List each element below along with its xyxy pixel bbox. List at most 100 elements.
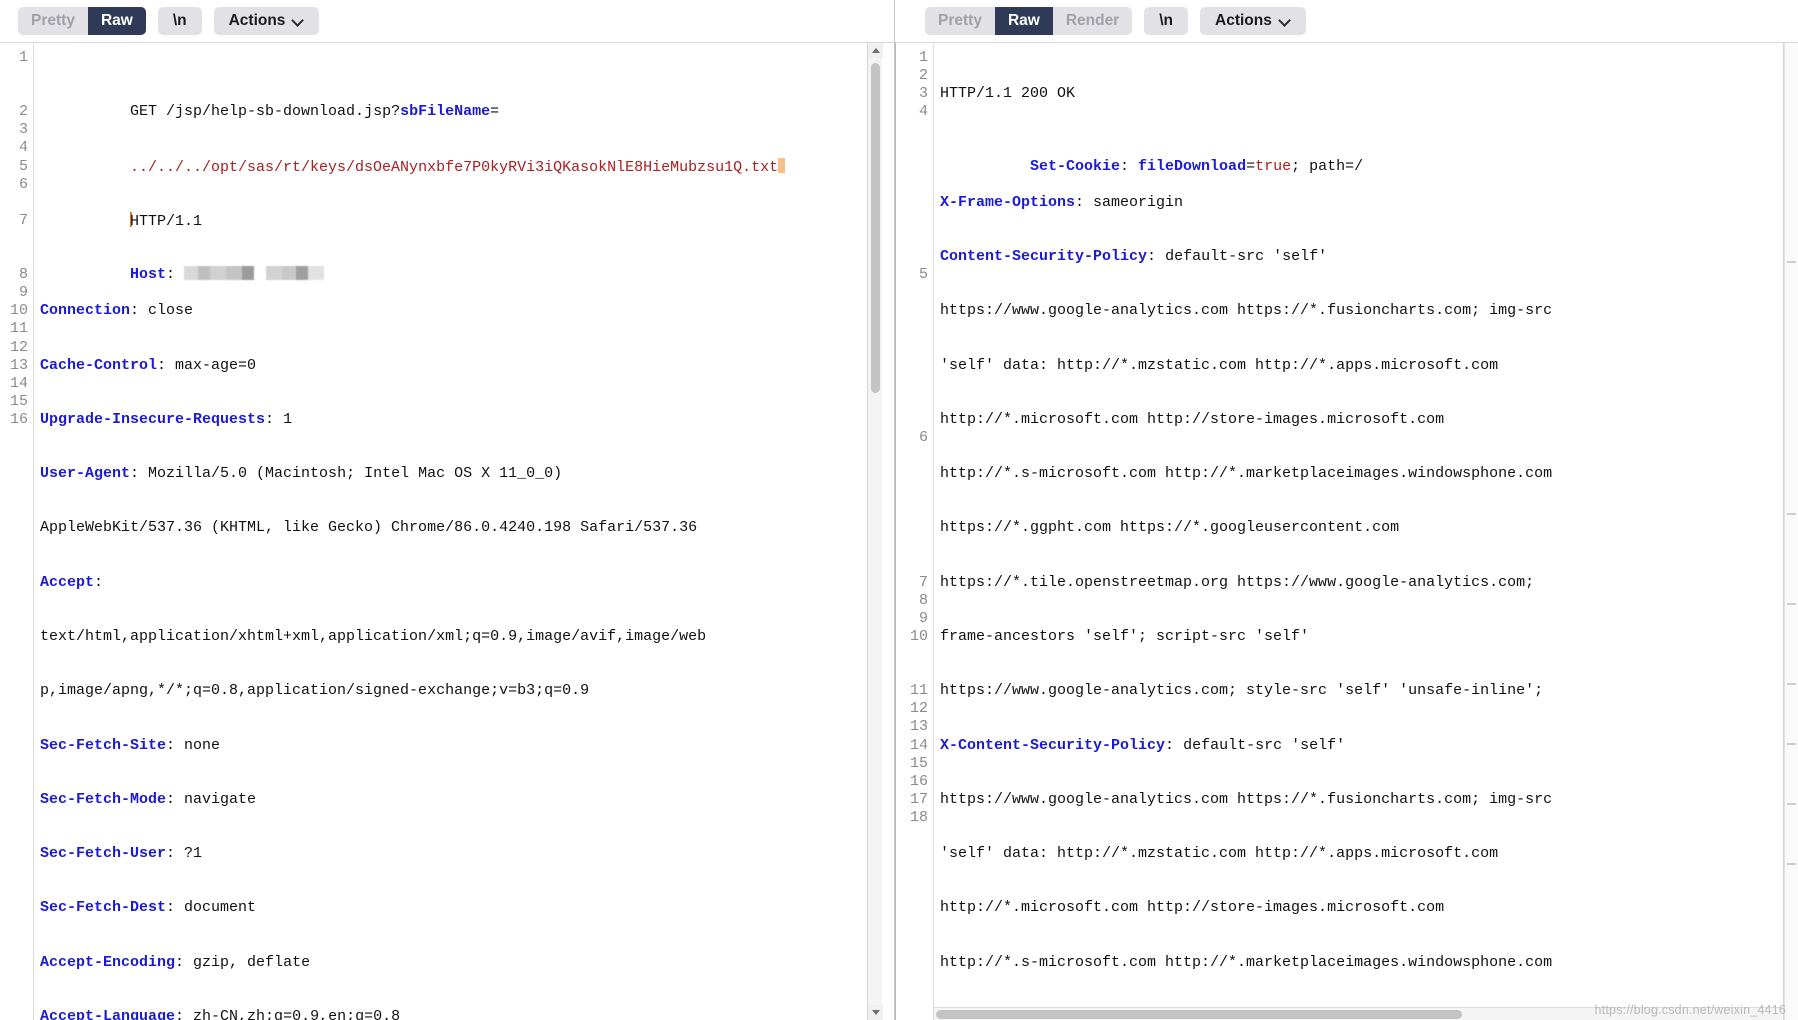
header-line: Accept-Language: zh-CN,zh;q=0.9,en;q=0.8 xyxy=(40,1008,894,1020)
line-number: 1 xyxy=(18,49,28,66)
header-colon: : xyxy=(166,266,185,284)
request-code-area[interactable]: 1 . . 2 3 4 5 6 . 7 . . 8 9 10 11 12 13 … xyxy=(0,42,894,1020)
response-body-text[interactable]: HTTP/1.1 200 OK Set-Cookie: fileDownload… xyxy=(934,43,1798,1020)
header-line: X-Frame-Options: sameorigin xyxy=(940,194,1798,212)
setcookie-key: fileDownload xyxy=(1138,157,1247,175)
actions-menu-response[interactable]: Actions xyxy=(1200,7,1306,35)
request-line-numbers: 1 . . 2 3 4 5 6 . 7 . . 8 9 10 11 12 13 … xyxy=(0,43,34,1020)
line-number: . xyxy=(0,230,28,248)
newline-toggle-response[interactable]: \n xyxy=(1144,7,1188,35)
tab-raw-request[interactable]: Raw xyxy=(87,7,146,35)
header-line: Sec-Fetch-User: ?1 xyxy=(40,845,894,863)
line-number: 16 xyxy=(9,410,28,428)
wrapped-line: 'self' data: http://*.mzstatic.com http:… xyxy=(940,356,1499,374)
response-view-mode-group[interactable]: Pretty Raw Render xyxy=(925,7,1133,35)
tab-pretty-response[interactable]: Pretty xyxy=(925,7,995,35)
actions-label-response: Actions xyxy=(1215,12,1272,29)
line-number: 2 xyxy=(18,103,28,121)
header-name: Sec-Fetch-Dest xyxy=(40,899,167,917)
line-number: 11 xyxy=(909,682,928,700)
response-code-area[interactable]: 1 2 3 4 . . . . . . . . 5 . . . . . . . xyxy=(895,42,1798,1020)
tab-raw-response[interactable]: Raw xyxy=(994,7,1053,35)
header-name-set-cookie: Set-Cookie xyxy=(1030,157,1121,175)
line-number: 16 xyxy=(909,772,928,790)
header-line: Cache-Control: max-age=0 xyxy=(40,357,894,375)
request-view-mode-group[interactable]: Pretty Raw xyxy=(18,7,146,35)
line-number: 3 xyxy=(918,85,928,103)
header-colon: : xyxy=(175,1007,185,1020)
header-name: Sec-Fetch-Mode xyxy=(40,790,167,808)
header-value: default-src 'self' xyxy=(1174,736,1346,754)
hscrollbar-thumb[interactable] xyxy=(936,1010,1462,1019)
header-colon: : xyxy=(166,845,176,863)
request-path: /jsp/help-sb-download.jsp? xyxy=(166,103,401,121)
response-horizontal-scrollbar[interactable] xyxy=(934,1007,1782,1020)
scroll-up-arrow-icon[interactable] xyxy=(868,43,883,58)
line-number: 7 xyxy=(918,573,928,591)
line-number: . xyxy=(896,465,928,483)
header-line: Accept: xyxy=(40,574,894,592)
line-number: . xyxy=(896,375,928,393)
line-number: . xyxy=(896,320,928,338)
wrapped-line: https://*.tile.openstreetmap.org https:/… xyxy=(940,573,1535,591)
header-colon: : xyxy=(1120,157,1139,175)
header-colon: : xyxy=(166,736,176,754)
header-colon: : xyxy=(1147,248,1157,266)
header-name: Cache-Control xyxy=(40,356,158,374)
line-number: . xyxy=(896,357,928,375)
header-name-host: Host xyxy=(130,266,167,284)
wrapped-line: AppleWebKit/537.36 (KHTML, like Gecko) C… xyxy=(40,519,698,537)
request-method: GET xyxy=(130,103,167,121)
line-number: . xyxy=(896,519,928,537)
line-number: 4 xyxy=(918,103,928,121)
newline-toggle-request[interactable]: \n xyxy=(157,7,202,35)
line-number: . xyxy=(896,158,928,176)
line-number: . xyxy=(896,538,928,556)
request-line: GET /jsp/help-sb-download.jsp?sbFileName… xyxy=(40,85,894,120)
line-number: . xyxy=(896,483,928,501)
line-number: . xyxy=(896,194,928,212)
setcookie-equals: = xyxy=(1246,157,1256,175)
line-number: . xyxy=(896,212,928,230)
line-number: . xyxy=(896,827,928,845)
response-search-markers xyxy=(1784,43,1798,1020)
scrollbar-thumb[interactable] xyxy=(871,63,880,393)
tab-render-response[interactable]: Render xyxy=(1053,7,1132,35)
header-line: Content-Security-Policy: default-src 'se… xyxy=(940,248,1798,266)
header-name: X-Content-Security-Policy xyxy=(940,736,1166,754)
header-name: Accept-Language xyxy=(40,1007,176,1020)
header-name: Sec-Fetch-User xyxy=(40,845,167,863)
line-number: . xyxy=(0,67,28,85)
header-name: Connection xyxy=(40,302,131,320)
line-number: 11 xyxy=(9,320,28,338)
header-colon: : xyxy=(130,302,140,320)
wrapped-line: text/html,application/xhtml+xml,applicat… xyxy=(40,628,707,645)
redacted-host-value xyxy=(184,266,325,281)
line-number: 3 xyxy=(18,121,28,139)
header-line: Accept-Encoding: gzip, deflate xyxy=(40,954,894,972)
request-vertical-scrollbar[interactable] xyxy=(867,43,883,1020)
wrapped-line: https://*.ggpht.com https://*.googleuser… xyxy=(940,519,1400,537)
actions-menu-request[interactable]: Actions xyxy=(213,7,320,35)
header-colon: : xyxy=(157,356,167,374)
line-number: 15 xyxy=(9,392,28,410)
request-body-text[interactable]: GET /jsp/help-sb-download.jsp?sbFileName… xyxy=(34,43,894,1020)
line-number: . xyxy=(0,194,28,212)
header-value: navigate xyxy=(175,790,257,808)
request-param-equals: = xyxy=(490,103,500,121)
header-value: document xyxy=(175,899,257,917)
tab-pretty-request[interactable]: Pretty xyxy=(18,7,88,35)
line-number: 8 xyxy=(918,591,928,609)
header-line: Sec-Fetch-Site: none xyxy=(40,737,894,755)
line-number: 9 xyxy=(918,609,928,627)
chevron-down-icon xyxy=(293,15,304,26)
line-number: . xyxy=(896,411,928,429)
request-param-name: sbFileName xyxy=(400,103,491,121)
header-value: sameorigin xyxy=(1084,193,1184,211)
header-value: none xyxy=(175,736,221,754)
line-number: . xyxy=(896,447,928,465)
header-value: Mozilla/5.0 (Macintosh; Intel Mac OS X 1… xyxy=(139,465,563,483)
line-number: . xyxy=(0,248,28,266)
header-colon: : xyxy=(166,899,176,917)
scroll-down-arrow-icon[interactable] xyxy=(868,1005,883,1020)
